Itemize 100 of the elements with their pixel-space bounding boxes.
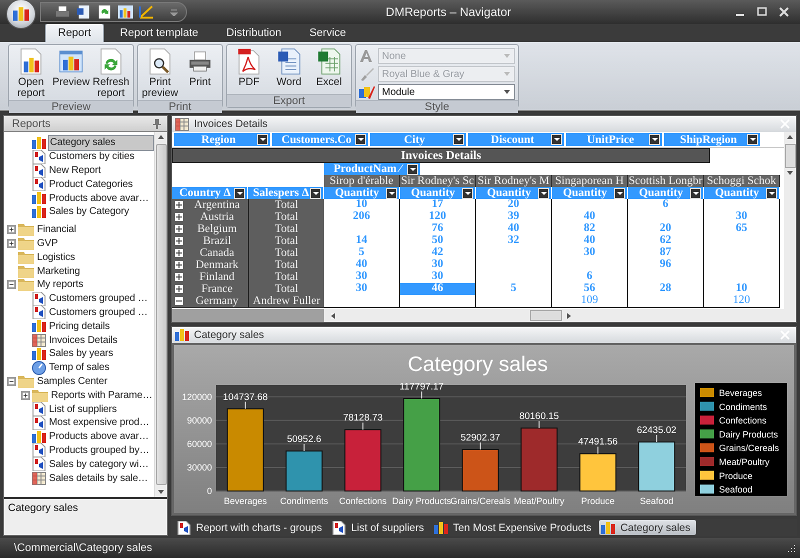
scrollbar[interactable] [784, 132, 796, 309]
tree-item[interactable]: Invoices Details [48, 334, 118, 346]
table-cell: 30 [704, 211, 780, 224]
axis-tick-label: Beverages [224, 496, 267, 506]
dropdown-button[interactable] [649, 134, 660, 145]
app-menu-button[interactable] [6, 0, 36, 29]
dropdown-button[interactable] [234, 188, 245, 198]
expand-button[interactable] [175, 213, 183, 221]
ribbon-button[interactable]: Preview [52, 47, 90, 89]
document-tab[interactable]: Ten Most Expensive Products [432, 520, 598, 535]
tree-item[interactable]: Category sales [48, 134, 154, 151]
dropdown-button[interactable] [407, 164, 418, 174]
expand-button[interactable] [7, 238, 16, 248]
ribbon-tab[interactable]: Distribution [214, 24, 294, 42]
tree-item[interactable]: List of suppliers [48, 404, 118, 415]
tree-item[interactable]: Sales by years [48, 348, 114, 360]
ribbon-tab[interactable]: Report template [108, 24, 210, 42]
tree-item[interactable]: Product Categories [48, 178, 134, 190]
tree-item[interactable]: My reports [36, 279, 84, 290]
tree-item[interactable]: Sales by Category [48, 206, 130, 218]
pin-icon[interactable] [153, 118, 161, 128]
axis-tick-label: 90000 [186, 415, 212, 426]
table-cell: 14 [324, 235, 400, 248]
dropdown-button[interactable] [453, 134, 464, 145]
printer-icon[interactable] [55, 5, 70, 19]
expand-button[interactable] [7, 225, 16, 234]
group-caption: Style [356, 100, 518, 113]
ribbon-button[interactable]: Print preview [141, 47, 179, 100]
tree-item[interactable]: Pricing details [48, 320, 111, 332]
axis-tick-label: Meat/Poultry [514, 496, 564, 506]
tree-item[interactable]: Most expensive prod… [48, 417, 150, 428]
table-cell: 30 [324, 271, 400, 284]
tree-item[interactable]: Temp of sales [48, 362, 110, 374]
expand-button[interactable] [175, 249, 183, 257]
dropdown-button[interactable] [386, 188, 397, 198]
tree-item[interactable]: Products above avar… [48, 192, 150, 204]
dropdown-button[interactable] [257, 134, 268, 145]
tree-item[interactable]: GVP [36, 238, 59, 249]
style-dropdown[interactable]: Module [378, 84, 515, 100]
ribbon-button[interactable]: Excel [310, 47, 348, 89]
dropdown-button[interactable] [747, 134, 758, 145]
ribbon-button[interactable]: Print [181, 47, 219, 89]
tree-item[interactable]: New Report [48, 164, 102, 176]
table-cell: 32 [476, 235, 552, 248]
column-header: Sir Rodney's M [476, 175, 552, 188]
dropdown-button[interactable] [462, 188, 473, 198]
folder-icon [18, 374, 34, 388]
tree-item[interactable]: Sales details by sale… [48, 472, 149, 484]
dropdown-button[interactable] [355, 134, 366, 145]
scrollbar[interactable] [324, 309, 796, 322]
table-cell: 62 [628, 235, 704, 248]
tree-item[interactable]: Financial [36, 224, 78, 236]
document-icon [32, 177, 46, 192]
resize-grip-icon[interactable] [786, 543, 796, 553]
dropdown-button[interactable] [614, 188, 625, 198]
ruler-icon[interactable] [139, 5, 154, 19]
tree-item[interactable]: Products above avar… [48, 431, 150, 442]
expand-button[interactable] [175, 273, 183, 281]
ribbon-button[interactable]: PDF [230, 47, 268, 89]
bar-chart-icon [32, 430, 46, 443]
tree-item[interactable]: Sales by category wi… [48, 458, 150, 470]
document-icon[interactable] [76, 5, 91, 19]
ribbon-button[interactable]: Word [270, 47, 308, 89]
tree-item[interactable]: Customers grouped … [48, 306, 149, 318]
refresh-icon[interactable] [97, 5, 112, 19]
expand-button[interactable] [21, 390, 30, 400]
tree-item[interactable]: Products grouped by… [48, 444, 150, 456]
tree-item[interactable]: Customers by cities [48, 151, 136, 162]
expand-button[interactable] [175, 225, 183, 233]
window-title: DMReports – Navigator [384, 5, 512, 19]
dropdown-button[interactable] [538, 188, 549, 198]
ribbon-tab[interactable]: Service [297, 24, 358, 42]
collapse-button[interactable] [7, 376, 16, 386]
axis-tick-label: Produce [581, 496, 615, 506]
legend-label: Condiments [719, 402, 768, 412]
dropdown-button[interactable] [690, 188, 701, 198]
collapse-button[interactable] [175, 297, 183, 305]
bar-chart-icon[interactable] [118, 5, 133, 19]
expand-button[interactable] [175, 201, 183, 209]
document-tab[interactable]: Report with charts - groups [175, 520, 328, 535]
collapse-button[interactable] [7, 280, 16, 290]
expand-button[interactable] [175, 285, 183, 293]
ribbon-button[interactable]: Refresh report [92, 47, 130, 100]
dropdown-button[interactable] [551, 134, 562, 145]
document-tab[interactable]: List of suppliers [330, 520, 430, 535]
dropdown-button[interactable] [766, 188, 777, 198]
tree-item[interactable]: Marketing [36, 266, 82, 277]
scrollbar[interactable] [154, 132, 167, 497]
expand-button[interactable] [175, 261, 183, 269]
ribbon-tab[interactable]: Report [45, 23, 104, 42]
tree-item[interactable]: Customers grouped … [48, 293, 149, 304]
row-header: Total [248, 247, 324, 260]
tree-item[interactable]: Reports with Parame… [50, 390, 154, 401]
expand-button[interactable] [175, 237, 183, 245]
tree-item[interactable]: Logistics [36, 252, 76, 263]
customize-dropdown-icon[interactable] [170, 8, 178, 16]
document-tab[interactable]: Category sales [599, 520, 696, 535]
ribbon-button[interactable]: Open report [12, 47, 50, 100]
tree-item[interactable]: Samples Center [36, 376, 108, 387]
dropdown-button[interactable] [310, 188, 321, 198]
